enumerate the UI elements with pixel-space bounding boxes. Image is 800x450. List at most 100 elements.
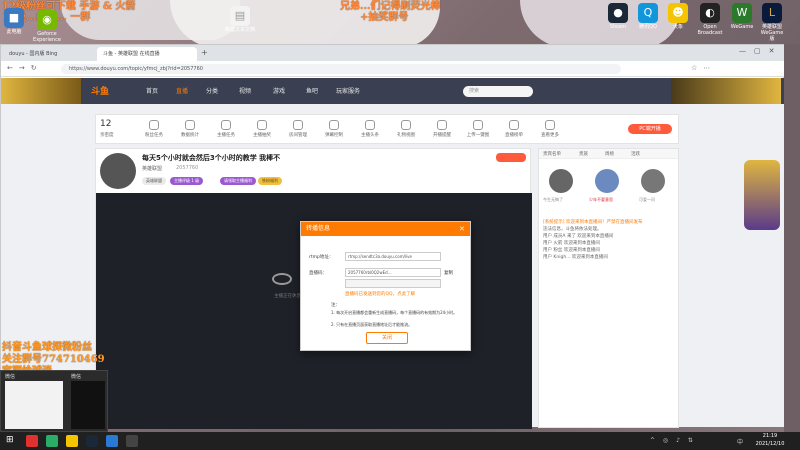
gift-view-icon <box>401 120 411 130</box>
room-id: 2057760 <box>176 165 199 171</box>
close-icon[interactable]: ✕ <box>459 225 465 233</box>
tab-guests[interactable]: 贵宾名单 <box>543 151 561 157</box>
avatar[interactable] <box>641 169 665 193</box>
url-input[interactable]: https://www.douyu.com/topic/yfmcj_zbj?ri… <box>61 64 621 74</box>
browser-toolbar-icons[interactable]: ☆⋯ <box>691 64 716 72</box>
desktop-icon-nvidia[interactable]: ◉ Geforce Experience <box>32 10 62 43</box>
app-icon[interactable] <box>66 435 78 447</box>
notes-title: 注： <box>331 303 340 308</box>
tool-room-manage[interactable]: 房间管理 <box>280 120 316 138</box>
nav-fishbar[interactable]: 鱼吧 <box>306 86 318 95</box>
copy-button[interactable]: 复制 <box>444 270 453 276</box>
nav-home[interactable]: 首页 <box>146 86 158 95</box>
chat-line: 用户 粉丝 欢迎来到本直播间 <box>543 248 600 253</box>
tray-icons[interactable]: ^ ◎ ♪ ⇅ <box>650 437 696 444</box>
desktop-icon-steam[interactable]: ● Steam <box>605 3 631 30</box>
nav-games[interactable]: 游戏 <box>273 86 285 95</box>
nav-buttons[interactable]: ←→↻ <box>7 64 43 72</box>
lol-icon: L <box>762 3 782 23</box>
window-controls[interactable]: —▢✕ <box>739 47 782 55</box>
note-line: 1. 每次开启直播都会重新生成直播码，每个直播码的有效期为24小时。 <box>331 310 458 315</box>
avatar[interactable] <box>549 169 573 193</box>
desktop-icon-app[interactable]: ☻ 大象 <box>665 3 691 30</box>
chat-line: 用户 成员A 来了 欢迎来到本直播间 <box>543 234 614 239</box>
alarm-icon <box>437 120 447 130</box>
avatar-name: 今生无悔了 <box>543 197 563 202</box>
desktop-icon-lol[interactable]: L 英雄联盟 WeGame版 <box>759 3 785 42</box>
desktop-icon-textfile[interactable]: ▤ 新建文本文档 <box>225 6 255 33</box>
obs-icon: ◐ <box>700 3 720 23</box>
tab-nobles[interactable]: 贵族 <box>579 151 588 157</box>
tool-gift-view[interactable]: 礼物视图 <box>388 120 424 138</box>
tool-more[interactable]: 查看更多 <box>532 120 568 138</box>
tool-upload[interactable]: 上传一键图 <box>460 120 496 138</box>
key-field-masked <box>345 279 441 288</box>
edge-icon[interactable] <box>106 435 118 447</box>
site-navbar: 斗鱼 首页 直播 分类 视频 游戏 鱼吧 玩家服务 搜索 <box>1 78 785 104</box>
ime-indicator[interactable]: 中 <box>737 437 743 446</box>
nav-category[interactable]: 分类 <box>206 86 218 95</box>
tab-active[interactable]: 活跃 <box>631 151 640 157</box>
nav-video[interactable]: 视频 <box>239 86 251 95</box>
chat-sidebar: 贵宾名单 贵族 周榜 活跃 今生无悔了 少年不要意思 可爱一问 [系统提示] 欢… <box>538 148 679 428</box>
player-placeholder-icon <box>272 273 292 285</box>
tab-douyu[interactable]: 斗鱼 - 英雄联盟 在线直播 <box>97 47 197 61</box>
site-search-input[interactable]: 搜索 <box>463 86 533 97</box>
streamer-name[interactable]: 英雄联盟 <box>142 165 162 172</box>
pc-live-button[interactable]: PC端开播 <box>628 124 672 134</box>
clock-date[interactable]: 2021/12/10 <box>750 441 790 447</box>
stream-overlay-text: 兄弟...们记得刷荧光棒 <box>340 1 441 12</box>
intimacy-label: 亲密度 <box>100 133 114 138</box>
hint-link[interactable]: 直播码已发送到您的QQ，点此了解 <box>345 291 415 297</box>
site-logo[interactable]: 斗鱼 <box>91 84 109 97</box>
new-tab-icon[interactable]: + <box>201 48 208 57</box>
avatar-name: 可爱一问 <box>639 197 655 202</box>
taskbar-preview[interactable]: 微信 微信 <box>0 370 108 432</box>
intimacy-count: 12 <box>100 119 112 129</box>
streamer-avatar[interactable] <box>100 153 136 189</box>
rtmp-field[interactable]: rtmp://sendtc3a.douyu.com/live <box>345 252 441 261</box>
key-field[interactable]: 2057760rbl0Q2wEd... <box>345 268 441 277</box>
tab-bing[interactable]: douyu - 国内版 Bing <box>3 47 93 61</box>
preview-title: 微信 <box>5 374 16 380</box>
tool-danmaku[interactable]: 弹幕控制 <box>316 120 352 138</box>
close-button[interactable]: 关闭 <box>366 332 408 344</box>
note-line: 2. 只有在直播页面获取直播地址后才能推流。 <box>331 322 413 327</box>
weibo-icon[interactable] <box>26 435 38 447</box>
desktop-icon-wegame[interactable]: W WeGame <box>729 3 755 30</box>
headline-icon <box>365 120 375 130</box>
follow-button[interactable] <box>496 153 526 162</box>
preview-thumb[interactable] <box>71 381 105 429</box>
tool-live-remind[interactable]: 开播提醒 <box>424 120 460 138</box>
desktop-icon-computer[interactable]: ■ 此电脑 <box>1 8 27 35</box>
badge-anchor-level[interactable]: 主播评级 1 级 <box>170 177 204 185</box>
tool-headline[interactable]: 主播头条 <box>352 120 388 138</box>
badge-welfare[interactable]: 请领取主播福利 <box>220 177 256 185</box>
tool-rankings[interactable]: 直播榜单 <box>496 120 532 138</box>
desktop-right-strip <box>784 44 800 432</box>
tool-anchor-task[interactable]: 主播任务 <box>208 120 244 138</box>
desktop-icon-obs[interactable]: ◐ Open Broadcast <box>697 3 723 36</box>
rtmp-label: rtmp地址： <box>309 255 334 260</box>
tool-fan-task[interactable]: 粉丝任务 <box>136 120 172 138</box>
nav-live[interactable]: 直播 <box>176 86 188 95</box>
windows-start-icon[interactable]: ⊞ <box>6 436 14 445</box>
wechat-icon[interactable] <box>46 435 58 447</box>
avatar[interactable] <box>595 169 619 193</box>
lol-icon[interactable] <box>86 435 98 447</box>
nav-player-service[interactable]: 玩家服务 <box>336 86 360 95</box>
badge-iron-fan[interactable]: 铁粉福利 <box>258 177 282 185</box>
clock-time[interactable]: 21:19 <box>750 433 790 439</box>
clipboard-icon <box>221 120 231 130</box>
event-floating-badge[interactable] <box>744 160 780 230</box>
obs-icon[interactable] <box>126 435 138 447</box>
desktop-icon-qq[interactable]: Q 腾讯QQ <box>635 3 661 30</box>
badge-category[interactable]: 英雄联盟 <box>142 177 166 185</box>
tab-weekly[interactable]: 周榜 <box>605 151 614 157</box>
stream-overlay-text: 关注群号774710469 <box>2 354 105 365</box>
preview-thumb[interactable] <box>5 381 63 429</box>
tool-lottery[interactable]: 主播抽奖 <box>244 120 280 138</box>
tool-data[interactable]: 数据统计 <box>172 120 208 138</box>
preview-title: 微信 <box>71 374 82 380</box>
anchor-toolbar: 12 亲密度 粉丝任务 数据统计 主播任务 主播抽奖 房间管理 弹幕控制 主播头… <box>95 114 679 144</box>
